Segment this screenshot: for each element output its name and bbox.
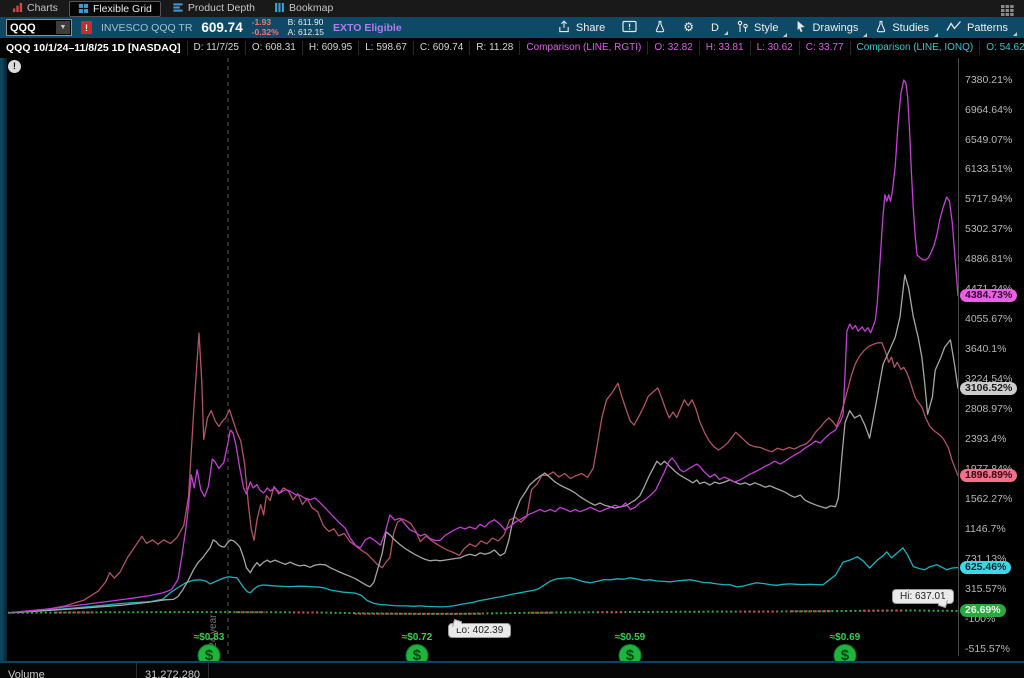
ohlc-cell: Comparison (LINE, IONQ) — [851, 41, 981, 55]
button-label: D — [711, 22, 719, 34]
axis-tick-label: 6964.64% — [965, 104, 1012, 116]
patterns-button[interactable]: Patterns — [946, 20, 1008, 35]
last-price: 609.74 — [201, 20, 242, 35]
cursor-icon — [795, 20, 807, 36]
bookmap-icon — [274, 2, 285, 13]
dividend-amount-label: ≈$0.69 — [830, 632, 861, 643]
tab-label: Bookmap — [289, 2, 333, 14]
last-value-badge: 4384.73% — [960, 289, 1017, 302]
button-label: Share — [576, 22, 605, 34]
dividend-amount-label: ≈$0.72 — [402, 632, 433, 643]
last-value-badge: 625.46% — [960, 561, 1011, 574]
pane-left-handle[interactable] — [0, 58, 7, 661]
button-label: Studies — [892, 22, 929, 34]
ohlc-cell: O: 32.82 — [648, 41, 699, 55]
price-change: -1.93 -0.32% — [252, 18, 279, 38]
axis-tick-label: 4055.67% — [965, 313, 1012, 325]
grid-icon — [78, 3, 89, 14]
axis-tick-label: 6549.07% — [965, 134, 1012, 146]
beaker-icon — [654, 20, 666, 36]
alert-icon[interactable]: ! — [81, 21, 92, 34]
last-value-badge: 3106.52% — [960, 382, 1017, 395]
axis-tick-label: 6133.51% — [965, 163, 1012, 175]
price-chart[interactable] — [0, 0, 1024, 676]
button-label: Patterns — [967, 22, 1008, 34]
button-label: Style — [754, 22, 778, 34]
bid-ask: B: 611.90 A: 612.15 — [288, 18, 324, 38]
axis-tick-label: 4886.81% — [965, 253, 1012, 265]
beaker-button[interactable] — [654, 20, 666, 36]
drawings-button[interactable]: Drawings — [795, 20, 858, 36]
ohlc-cell: QQQ 10/1/24–11/8/25 1D [NASDAQ] — [0, 41, 188, 55]
axis-tick-label: -515.57% — [965, 643, 1010, 655]
ohlc-cell: C: 609.74 — [414, 41, 470, 55]
symbol-box: ▼ — [6, 19, 72, 36]
axis-tick-label: 5717.94% — [965, 193, 1012, 205]
bar-chart-icon — [12, 2, 23, 13]
ohlc-cell: H: 609.95 — [303, 41, 359, 55]
style-pins-icon — [736, 20, 749, 36]
change-percent: -0.32% — [252, 28, 279, 38]
company-name: INVESCO QQQ TR — [101, 22, 192, 34]
high-tooltip: Hi: 637.01 — [892, 589, 954, 604]
axis-tick-label: 2393.4% — [965, 433, 1006, 445]
ohlc-cell: R: 11.28 — [470, 41, 520, 55]
ohlc-cell: L: 598.67 — [359, 41, 414, 55]
tab-label: Flexible Grid — [93, 3, 152, 15]
gadget-tab-bar: Charts Flexible Grid Product Depth Bookmap — [0, 0, 1024, 17]
tab-charts[interactable]: Charts — [4, 1, 66, 15]
button-label: Drawings — [812, 22, 858, 34]
thinkorswim-chart-window: { "tabs": [ {"label": "Charts", "icon": … — [0, 0, 1024, 676]
tab-label: Product Depth — [188, 2, 255, 14]
beaker-icon — [875, 20, 887, 36]
gear-icon: ⚙ — [683, 21, 694, 34]
axis-tick-label: 2808.97% — [965, 403, 1012, 415]
tab-flexible-grid[interactable]: Flexible Grid — [69, 1, 161, 17]
studies-button[interactable]: Studies — [875, 20, 929, 36]
symbol-bar: ▼ ! INVESCO QQQ TR 609.74 -1.93 -0.32% B… — [0, 17, 1024, 38]
share-button[interactable]: Share — [557, 20, 605, 36]
series-line — [8, 80, 958, 613]
axis-tick-label: 1562.27% — [965, 493, 1012, 505]
ohlc-cell: H: 33.81 — [700, 41, 751, 55]
chart-alert-button[interactable] — [622, 20, 637, 36]
chart-info-icon[interactable]: ! — [8, 60, 21, 73]
ask-value: A: 612.15 — [288, 28, 324, 38]
d-button[interactable]: D — [711, 22, 719, 34]
ohlc-cell: O: 54.62 — [980, 41, 1024, 55]
ohlc-strip: QQQ 10/1/24–11/8/25 1D [NASDAQ]D: 11/7/2… — [0, 38, 1024, 58]
ohlc-cell: O: 608.31 — [246, 41, 303, 55]
tab-product-depth[interactable]: Product Depth — [164, 1, 263, 15]
ohlc-cell: Comparison (LINE, RGTI) — [520, 41, 648, 55]
last-value-badge: 26.69% — [960, 604, 1006, 617]
axis-tick-label: 3640.1% — [965, 343, 1006, 355]
axis-tick-label: 7380.21% — [965, 74, 1012, 86]
axis-tick-label: 5302.37% — [965, 223, 1012, 235]
axis-tick-label: 1146.7% — [965, 523, 1006, 535]
series-line — [8, 333, 958, 613]
share-icon — [557, 20, 571, 36]
gear-button[interactable]: ⚙ — [683, 21, 694, 34]
tab-bookmap[interactable]: Bookmap — [266, 1, 341, 15]
series-line — [8, 548, 958, 613]
style-button[interactable]: Style — [736, 20, 778, 36]
ohlc-cell: D: 11/7/25 — [188, 41, 246, 55]
axis-tick-label: 315.57% — [965, 583, 1006, 595]
symbol-input[interactable] — [7, 22, 55, 34]
volume-row: Volume 31,272,280 — [0, 661, 1024, 678]
series-line — [8, 275, 958, 613]
ohlc-cell: L: 30.62 — [751, 41, 800, 55]
low-tooltip: Lo: 402.39 — [448, 623, 511, 638]
exto-eligible-label: EXTO Eligible — [333, 22, 402, 34]
tab-label: Charts — [27, 2, 58, 14]
depth-icon — [172, 2, 184, 13]
dividend-amount-label: ≈$0.83 — [194, 632, 225, 643]
symbol-dropdown-button[interactable]: ▼ — [56, 21, 70, 34]
price-axis-line — [958, 58, 959, 656]
zigzag-icon — [946, 20, 962, 35]
last-value-badge: 1896.89% — [960, 469, 1017, 482]
ohlc-cell: C: 33.77 — [800, 41, 851, 55]
chart-alert-icon — [622, 20, 637, 36]
dividend-amount-label: ≈$0.59 — [615, 632, 646, 643]
